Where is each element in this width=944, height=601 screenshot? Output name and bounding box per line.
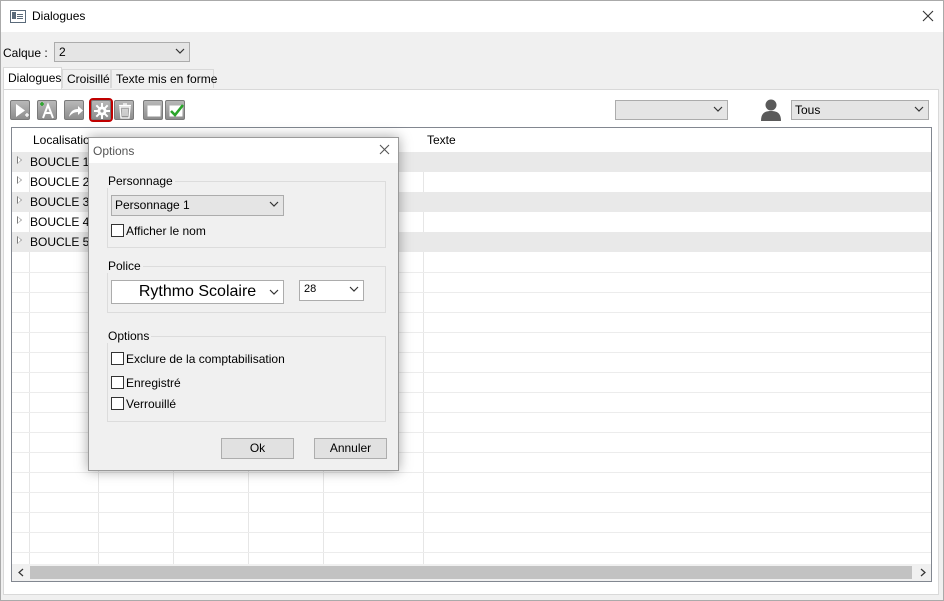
- row-localisation: BOUCLE 1: [30, 155, 90, 169]
- tab-texte-mis-en-forme[interactable]: Texte mis en forme: [111, 69, 218, 88]
- expand-arrow-icon[interactable]: [17, 176, 22, 184]
- dialog-title: Options: [93, 144, 135, 158]
- options-button[interactable]: [89, 98, 113, 122]
- check-button[interactable]: [165, 100, 185, 120]
- grid-line: [12, 512, 931, 513]
- font-add-button[interactable]: [37, 100, 57, 120]
- tab-label: Texte mis en forme: [116, 72, 218, 86]
- row-localisation: BOUCLE 5: [30, 235, 90, 249]
- grid-line: [12, 472, 931, 473]
- exclure-checkbox[interactable]: [111, 352, 124, 365]
- expand-arrow-icon[interactable]: [17, 216, 22, 224]
- group-label: Police: [106, 259, 143, 273]
- row-localisation: BOUCLE 2: [30, 175, 90, 189]
- person-icon: [761, 99, 781, 121]
- scroll-right-icon[interactable]: [914, 564, 931, 581]
- character-filter-value: Tous: [795, 103, 821, 117]
- play-add-button[interactable]: [10, 100, 30, 120]
- group-label: Personnage: [106, 174, 175, 188]
- expand-arrow-icon[interactable]: [17, 156, 22, 164]
- rectangle-icon: [147, 105, 161, 117]
- tab-label: Croisillé: [67, 72, 110, 86]
- row-localisation: BOUCLE 3: [30, 195, 90, 209]
- group-label: Options: [106, 329, 152, 343]
- chevron-down-icon: [349, 286, 359, 292]
- personnage-group: Personnage Personnage 1 Afficher le nom: [106, 174, 386, 248]
- tab-label: Dialogues: [8, 71, 62, 85]
- share-button[interactable]: [64, 100, 84, 120]
- chevron-down-icon: [713, 106, 723, 112]
- personnage-select[interactable]: Personnage 1: [111, 195, 284, 216]
- scroll-left-icon[interactable]: [12, 564, 29, 581]
- close-icon[interactable]: [379, 144, 390, 155]
- enregistre-checkbox[interactable]: [111, 376, 124, 389]
- enregistre-label: Enregistré: [126, 376, 181, 390]
- column-header-texte[interactable]: Texte: [423, 128, 623, 152]
- delete-button[interactable]: [114, 100, 134, 120]
- afficher-nom-checkbox[interactable]: [111, 224, 124, 237]
- scrollbar-thumb[interactable]: [30, 566, 912, 579]
- character-filter-select[interactable]: Tous: [791, 100, 929, 120]
- options-group: Options Exclure de la comptabilisation E…: [106, 329, 386, 422]
- close-icon[interactable]: [914, 3, 942, 29]
- options-dialog: Options Personnage Personnage 1 Afficher…: [88, 137, 399, 471]
- chevron-down-icon: [914, 106, 924, 112]
- cancel-button[interactable]: Annuler: [314, 438, 387, 459]
- window-title: Dialogues: [32, 9, 86, 23]
- police-group: Police Rythmo Scolaire 28: [106, 259, 386, 313]
- font-value: Rythmo Scolaire: [138, 283, 257, 300]
- dialog-title-bar: Options: [89, 138, 398, 163]
- expand-arrow-icon[interactable]: [17, 196, 22, 204]
- font-size-value: 28: [304, 283, 317, 295]
- font-add-icon: [40, 102, 54, 119]
- horizontal-scrollbar[interactable]: [12, 564, 931, 581]
- play-add-icon: [16, 104, 29, 117]
- grid-line: [12, 532, 931, 533]
- personnage-value: Personnage 1: [115, 198, 190, 212]
- tab-dialogues[interactable]: Dialogues: [3, 67, 62, 89]
- chevron-down-icon: [269, 201, 279, 207]
- window-app-icon: [10, 10, 26, 23]
- filter-select[interactable]: [615, 100, 728, 120]
- calque-label: Calque :: [3, 46, 48, 60]
- calque-value: 2: [59, 45, 66, 59]
- font-select[interactable]: Rythmo Scolaire: [111, 280, 284, 304]
- grid-line: [12, 552, 931, 553]
- title-bar: Dialogues: [1, 1, 943, 32]
- share-arrow-icon: [69, 106, 83, 117]
- rectangle-button[interactable]: [143, 100, 163, 120]
- row-localisation: BOUCLE 4: [30, 215, 90, 229]
- checkbox-checked-icon: [169, 104, 185, 117]
- afficher-nom-label: Afficher le nom: [126, 224, 206, 238]
- chevron-down-icon: [269, 289, 279, 295]
- verrouille-checkbox[interactable]: [111, 397, 124, 410]
- grid-line: [12, 492, 931, 493]
- tab-croisille[interactable]: Croisillé: [62, 69, 111, 88]
- verrouille-label: Verrouillé: [126, 397, 177, 411]
- calque-select[interactable]: 2: [54, 42, 190, 62]
- exclure-label: Exclure de la comptabilisation: [126, 352, 285, 366]
- chevron-down-icon: [175, 48, 185, 54]
- expand-arrow-icon[interactable]: [17, 236, 22, 244]
- trash-icon: [119, 103, 131, 119]
- ok-button[interactable]: Ok: [221, 438, 294, 459]
- options-gear-icon: [94, 103, 110, 119]
- font-size-select[interactable]: 28: [299, 280, 364, 301]
